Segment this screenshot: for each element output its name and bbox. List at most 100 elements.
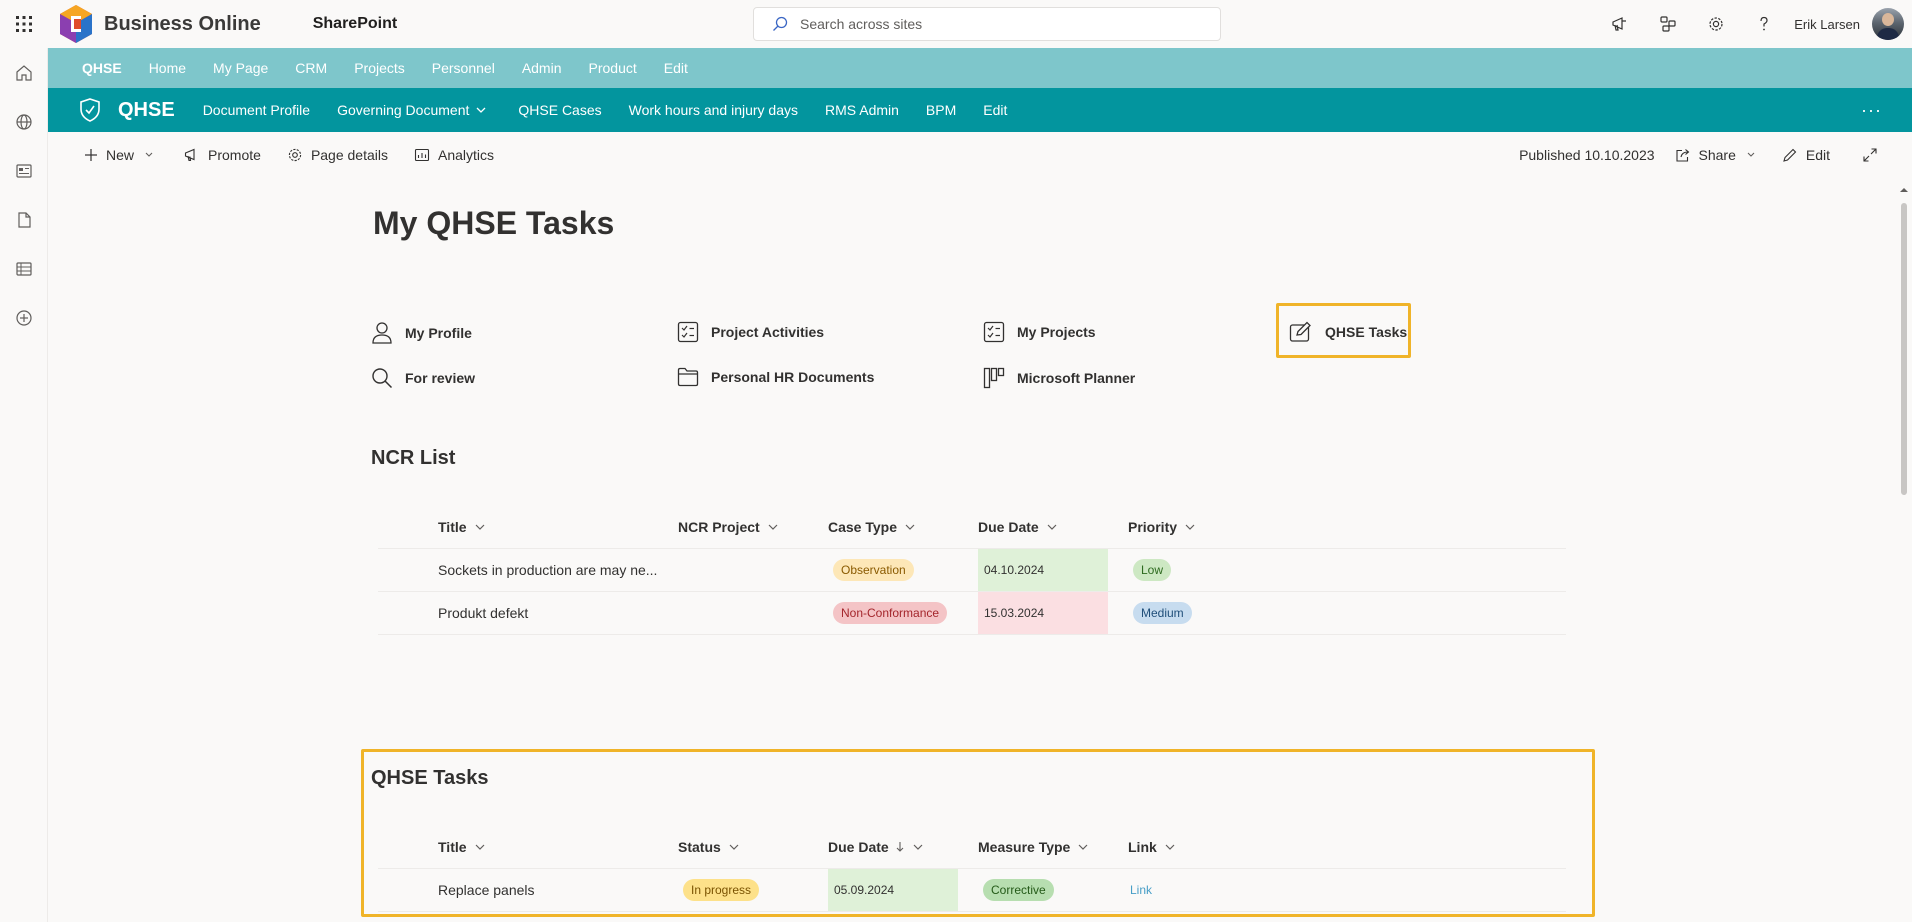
hub-nav-admin[interactable]: Admin xyxy=(522,60,562,76)
row-title[interactable]: Produkt defekt xyxy=(438,592,528,634)
add-icon[interactable] xyxy=(0,293,48,342)
chevron-down-icon xyxy=(905,524,915,530)
site-nav-edit[interactable]: Edit xyxy=(983,102,1007,118)
person-icon xyxy=(372,322,392,344)
column-header-due-date[interactable]: Due Date xyxy=(828,839,923,855)
column-header-title[interactable]: Title xyxy=(438,519,485,535)
hub-nav-personnel[interactable]: Personnel xyxy=(432,60,495,76)
column-header-priority[interactable]: Priority xyxy=(1128,519,1195,535)
priority-badge: Medium xyxy=(1133,602,1192,624)
edit-button[interactable]: Edit xyxy=(1782,147,1830,163)
avatar[interactable] xyxy=(1872,8,1904,40)
quicklink-my-profile[interactable]: My Profile xyxy=(371,321,472,345)
search-box[interactable]: Search across sites xyxy=(753,7,1221,41)
quicklink-label: For review xyxy=(405,370,476,386)
brand-logo-icon xyxy=(60,5,92,43)
column-header-title[interactable]: Title xyxy=(438,839,485,855)
search-input[interactable]: Search across sites xyxy=(800,16,922,32)
site-nav-bpm[interactable]: BPM xyxy=(926,102,956,118)
column-header-label: Priority xyxy=(1128,519,1178,535)
column-header-due-date[interactable]: Due Date xyxy=(978,519,1057,535)
case-type-badge: Observation xyxy=(833,559,914,581)
shield-icon[interactable] xyxy=(78,97,102,123)
gear-icon[interactable] xyxy=(1692,0,1740,48)
site-nav-document-profile[interactable]: Document Profile xyxy=(203,102,310,118)
user-name[interactable]: Erik Larsen xyxy=(1794,17,1860,32)
page-details-label: Page details xyxy=(310,147,388,163)
chevron-down-icon xyxy=(476,107,486,113)
hub-nav-edit[interactable]: Edit xyxy=(664,60,688,76)
published-status: Published 10.10.2023 xyxy=(1519,147,1655,163)
megaphone-icon[interactable] xyxy=(1596,0,1644,48)
chevron-down-icon xyxy=(1078,844,1088,850)
quicklink-for-review[interactable]: For review xyxy=(371,367,475,389)
page-scrollbar[interactable] xyxy=(1896,178,1912,922)
ncr-list-title: NCR List xyxy=(371,447,456,469)
lists-icon[interactable] xyxy=(0,244,48,293)
table-row[interactable]: Replace panels In progress 05.09.2024 Co… xyxy=(378,869,1566,912)
share-button[interactable]: Share xyxy=(1675,147,1760,163)
home-icon[interactable] xyxy=(0,48,48,97)
row-title[interactable]: Replace panels xyxy=(438,869,535,911)
new-button[interactable]: New xyxy=(84,147,158,163)
news-icon[interactable] xyxy=(0,146,48,195)
folder-icon xyxy=(677,367,699,387)
quicklink-personal-hr-documents[interactable]: Personal HR Documents xyxy=(677,367,874,387)
app-bar xyxy=(0,48,48,922)
due-date-cell: 05.09.2024 xyxy=(834,883,895,897)
globe-icon[interactable] xyxy=(0,97,48,146)
brand-logo[interactable]: Business Online xyxy=(54,2,261,46)
column-header-label: NCR Project xyxy=(678,519,760,535)
share-network-icon[interactable] xyxy=(1644,0,1692,48)
quicklink-project-activities[interactable]: Project Activities xyxy=(677,321,824,343)
quicklink-highlight xyxy=(1276,303,1411,358)
scroll-thumb[interactable] xyxy=(1901,203,1907,495)
column-header-link[interactable]: Link xyxy=(1128,839,1175,855)
hub-nav-my-page[interactable]: My Page xyxy=(213,60,268,76)
share-button-label: Share xyxy=(1698,147,1736,163)
column-header-label: Case Type xyxy=(828,519,897,535)
quicklink-microsoft-planner[interactable]: Microsoft Planner xyxy=(983,367,1135,389)
hub-nav-crm[interactable]: CRM xyxy=(295,60,327,76)
priority-badge: Low xyxy=(1133,559,1172,581)
quicklink-label: Microsoft Planner xyxy=(1017,370,1136,386)
page-details-button[interactable]: Page details xyxy=(287,147,388,163)
app-name[interactable]: SharePoint xyxy=(313,15,397,33)
column-header-label: Title xyxy=(438,519,467,535)
help-icon[interactable] xyxy=(1740,0,1788,48)
hub-nav-home[interactable]: Home xyxy=(149,60,186,76)
more-icon[interactable]: ··· xyxy=(1861,100,1882,121)
waffle-icon[interactable] xyxy=(0,0,48,48)
suite-bar: Business Online SharePoint Search across… xyxy=(0,0,1912,48)
qhse-tasks-header: Title Status Due Date Measure Type Link xyxy=(378,825,1566,869)
promote-button-label: Promote xyxy=(208,147,261,163)
task-link[interactable]: Link xyxy=(1130,883,1152,897)
expand-icon[interactable] xyxy=(1862,147,1886,163)
document-icon[interactable] xyxy=(0,195,48,244)
site-nav-qhse-cases[interactable]: QHSE Cases xyxy=(518,102,601,118)
plus-icon xyxy=(85,149,97,161)
hub-nav-product[interactable]: Product xyxy=(589,60,637,76)
column-header-ncr-project[interactable]: NCR Project xyxy=(678,519,778,535)
due-date-cell: 04.10.2024 xyxy=(984,563,1045,577)
quicklink-my-projects[interactable]: My Projects xyxy=(983,321,1096,343)
edit-button-label: Edit xyxy=(1805,147,1830,163)
site-nav-governing-document[interactable]: Governing Document xyxy=(337,102,491,118)
site-nav-rms-admin[interactable]: RMS Admin xyxy=(825,102,899,118)
row-title[interactable]: Sockets in production are may ne... xyxy=(438,549,657,591)
table-row[interactable]: Sockets in production are may ne... Obse… xyxy=(378,549,1566,592)
hub-nav-projects[interactable]: Projects xyxy=(354,60,405,76)
column-header-status[interactable]: Status xyxy=(678,839,739,855)
column-header-measure-type[interactable]: Measure Type xyxy=(978,839,1088,855)
megaphone-icon xyxy=(184,148,195,162)
promote-button[interactable]: Promote xyxy=(184,147,261,163)
hub-nav-qhse[interactable]: QHSE xyxy=(82,60,122,76)
site-title[interactable]: QHSE xyxy=(118,99,175,122)
analytics-button[interactable]: Analytics xyxy=(414,147,494,163)
sort-down-icon xyxy=(896,842,904,852)
scroll-up-icon[interactable] xyxy=(1896,184,1912,196)
table-row[interactable]: Produkt defekt Non-Conformance 15.03.202… xyxy=(378,592,1566,635)
site-nav-work-hours[interactable]: Work hours and injury days xyxy=(629,102,798,118)
quicklink-label: Project Activities xyxy=(711,324,825,340)
column-header-case-type[interactable]: Case Type xyxy=(828,519,915,535)
